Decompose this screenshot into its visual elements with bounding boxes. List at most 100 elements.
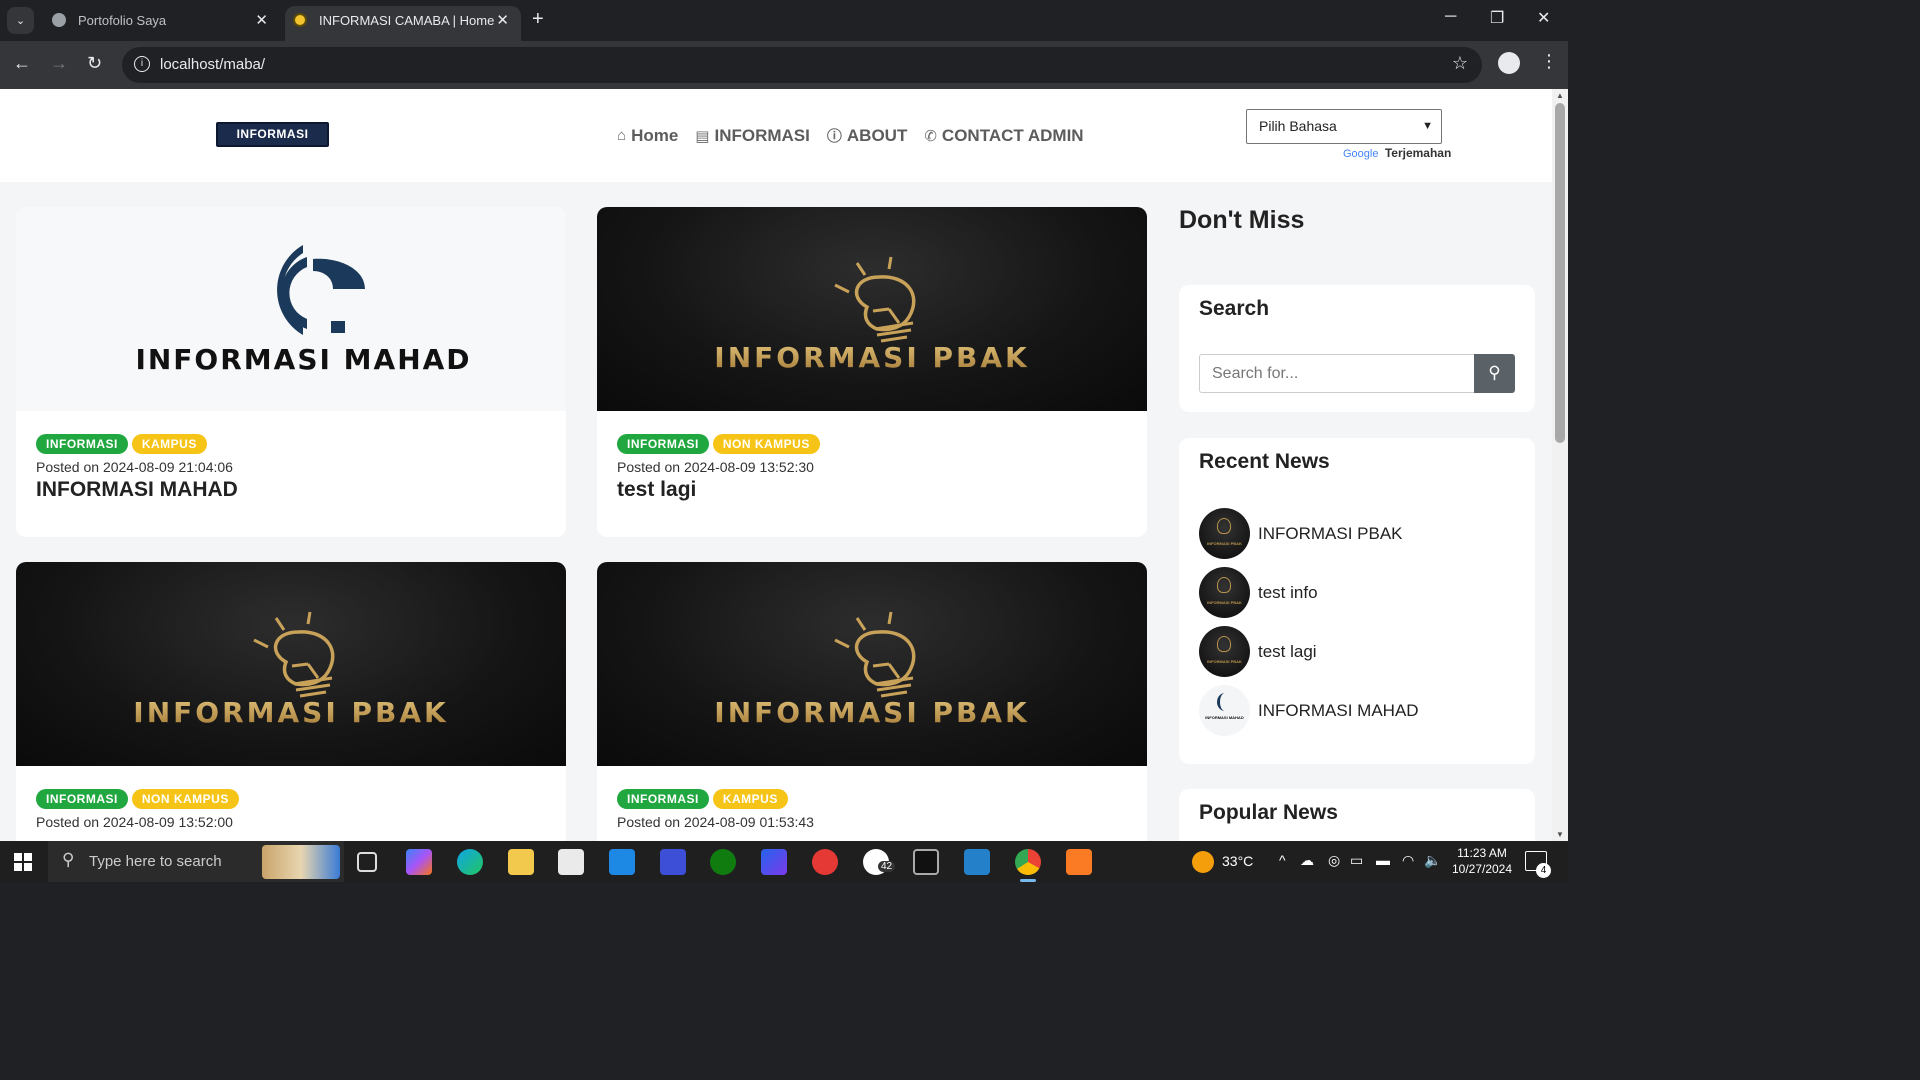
post-image-text: INFORMASI PBAK	[16, 696, 566, 729]
globe-icon	[52, 13, 66, 27]
task-view-icon[interactable]	[357, 852, 377, 872]
display-icon[interactable]: ▭	[1350, 852, 1363, 869]
post-thumbnail[interactable]: INFORMASI PBAK	[597, 207, 1147, 411]
post-thumbnail[interactable]: INFORMASI PBAK	[597, 562, 1147, 766]
post-card[interactable]: INFORMASI PBAK INFORMASI NON KAMPUS Post…	[597, 207, 1147, 537]
reload-icon[interactable]: ↻	[87, 53, 102, 74]
tag-badge[interactable]: NON KAMPUS	[131, 789, 239, 809]
chevron-up-icon[interactable]: ^	[1279, 852, 1286, 868]
scrollbar-thumb[interactable]	[1555, 103, 1565, 443]
recent-news-item[interactable]: INFORMASI PBAK test lagi	[1199, 626, 1317, 677]
language-select[interactable]: Pilih Bahasa ▼	[1246, 109, 1442, 144]
onedrive-icon[interactable]: ☁	[1300, 852, 1314, 869]
recent-news-item[interactable]: INFORMASI MAHAD INFORMASI MAHAD	[1199, 685, 1419, 736]
recent-news-item[interactable]: INFORMASI PBAK INFORMASI PBAK	[1199, 508, 1403, 559]
media-player-icon[interactable]	[761, 849, 787, 875]
post-card[interactable]: INFORMASI PBAK INFORMASI NON KAMPUS Post…	[16, 562, 566, 841]
taskbar-search-box[interactable]: ⚲ Type here to search	[48, 841, 344, 882]
profile-avatar-icon[interactable]	[1498, 52, 1520, 74]
widget-title: Recent News	[1199, 450, 1330, 473]
xbox-icon[interactable]	[710, 849, 736, 875]
post-title[interactable]: INFORMASI MAHAD	[36, 478, 546, 502]
nav-informasi[interactable]: ▤ INFORMASI	[695, 125, 810, 146]
scroll-up-arrow-icon[interactable]: ▲	[1556, 91, 1564, 100]
copilot-icon[interactable]	[406, 849, 432, 875]
lightbulb-icon	[1217, 636, 1231, 652]
recent-news-item[interactable]: INFORMASI PBAK test info	[1199, 567, 1318, 618]
xampp-icon[interactable]	[1066, 849, 1092, 875]
browser-tab-informasi[interactable]: INFORMASI CAMABA | Home ✕	[285, 6, 521, 41]
scroll-down-arrow-icon[interactable]: ▼	[1556, 830, 1564, 839]
search-button[interactable]: ⚲	[1474, 354, 1515, 393]
url-text[interactable]: localhost/maba/	[160, 56, 265, 73]
post-title[interactable]: test lagi	[617, 478, 1127, 502]
minimize-icon[interactable]: ─	[1445, 8, 1456, 26]
weather-temperature[interactable]: 33°C	[1222, 853, 1253, 869]
nav-about[interactable]: ⓘ ABOUT	[827, 125, 907, 146]
vscode-icon[interactable]	[964, 849, 990, 875]
volume-icon[interactable]: 🔈	[1424, 852, 1441, 869]
tag-list: INFORMASI NON KAMPUS	[617, 434, 1127, 454]
bookmark-star-icon[interactable]: ☆	[1452, 53, 1468, 74]
file-explorer-icon[interactable]	[508, 849, 534, 875]
post-card[interactable]: INFORMASI MAHAD INFORMASI KAMPUS Posted …	[16, 207, 566, 537]
restore-icon[interactable]: ❐	[1490, 8, 1504, 28]
tab-search-button[interactable]: ⌄	[7, 7, 34, 34]
page-scrollbar[interactable]: ▲ ▼	[1552, 89, 1568, 841]
tag-badge[interactable]: INFORMASI	[617, 789, 709, 809]
clock-date: 10/27/2024	[1451, 862, 1513, 876]
post-thumbnail[interactable]: INFORMASI PBAK	[16, 562, 566, 766]
nav-home[interactable]: ⌂ Home	[617, 125, 678, 146]
tag-badge[interactable]: INFORMASI	[36, 434, 128, 454]
search-widget: Search Search for... ⚲	[1179, 285, 1535, 412]
nav-contact-admin[interactable]: ✆ CONTACT ADMIN	[924, 125, 1083, 146]
lightbulb-icon	[1217, 518, 1231, 534]
terminal-icon[interactable]	[913, 849, 939, 875]
tag-badge[interactable]: KAMPUS	[131, 434, 207, 454]
edge-browser-icon[interactable]	[457, 849, 483, 875]
close-icon[interactable]: ✕	[255, 6, 268, 35]
wifi-icon[interactable]: ◠	[1402, 852, 1414, 869]
tag-badge[interactable]: INFORMASI	[617, 434, 709, 454]
chrome-icon[interactable]	[1015, 849, 1041, 875]
site-header: INFORMASI MABA ⌂ Home ▤ INFORMASI ⓘ ABOU…	[0, 89, 1552, 182]
wps-office-icon[interactable]	[812, 849, 838, 875]
microsoft-store-icon[interactable]	[558, 849, 584, 875]
close-icon[interactable]: ✕	[496, 6, 509, 35]
battery-icon[interactable]: ▬	[1376, 852, 1390, 868]
recent-news-label[interactable]: INFORMASI MAHAD	[1258, 701, 1419, 721]
post-date: Posted on 2024-08-09 13:52:00	[36, 814, 233, 830]
tag-badge[interactable]: INFORMASI	[36, 789, 128, 809]
weather-icon[interactable]	[1192, 851, 1214, 873]
recent-news-thumbnail: INFORMASI PBAK	[1199, 508, 1250, 559]
recent-news-label[interactable]: INFORMASI PBAK	[1258, 524, 1403, 544]
forward-arrow-icon[interactable]: →	[50, 53, 68, 74]
browser-tab-portofolio[interactable]: Portofolio Saya ✕	[44, 6, 280, 41]
pen-app-icon[interactable]	[660, 849, 686, 875]
post-date: Posted on 2024-08-09 21:04:06	[36, 459, 233, 475]
back-arrow-icon[interactable]: ←	[13, 53, 31, 74]
thumbnail-text: INFORMASI PBAK	[1207, 659, 1242, 664]
search-input[interactable]: Search for...	[1199, 354, 1474, 393]
tag-badge[interactable]: KAMPUS	[712, 789, 788, 809]
mail-icon[interactable]	[609, 849, 635, 875]
taskbar-clock[interactable]: 11:23 AM 10/27/2024	[1442, 845, 1522, 877]
tag-badge[interactable]: NON KAMPUS	[712, 434, 820, 454]
google-translate-attribution[interactable]: Google Terjemahan	[1343, 146, 1451, 160]
address-bar[interactable]: i localhost/maba/ ☆	[122, 47, 1482, 83]
recent-news-thumbnail: INFORMASI MAHAD	[1199, 685, 1250, 736]
windows-start-icon[interactable]	[14, 853, 32, 871]
kebab-menu-icon[interactable]: ⋮	[1540, 51, 1558, 72]
site-info-icon[interactable]: i	[134, 56, 150, 72]
recent-news-label[interactable]: test info	[1258, 583, 1318, 603]
meet-now-icon[interactable]: ◎	[1328, 852, 1340, 869]
recent-news-label[interactable]: test lagi	[1258, 642, 1317, 662]
home-icon: ⌂	[617, 127, 627, 144]
window-close-icon[interactable]: ✕	[1537, 8, 1550, 28]
tag-list: INFORMASI NON KAMPUS	[36, 789, 546, 809]
site-logo[interactable]: INFORMASI MABA	[216, 122, 329, 162]
post-thumbnail[interactable]: INFORMASI MAHAD	[16, 207, 566, 411]
new-tab-button[interactable]: +	[532, 8, 544, 31]
nav-label: Home	[631, 125, 679, 145]
post-card[interactable]: INFORMASI PBAK INFORMASI KAMPUS Posted o…	[597, 562, 1147, 841]
